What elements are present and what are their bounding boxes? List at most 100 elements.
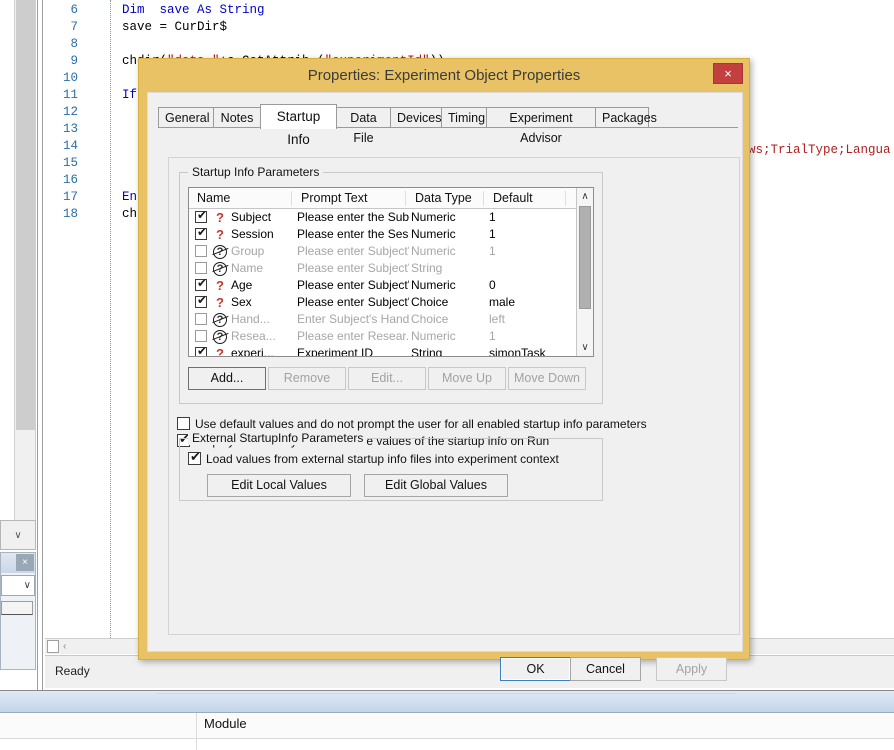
cell-default: 1 bbox=[489, 227, 496, 241]
close-icon[interactable]: × bbox=[16, 554, 34, 571]
grid-vertical-scrollbar[interactable]: ∧ ∨ bbox=[576, 188, 593, 356]
table-row[interactable]: ? Name Please enter Subject'... String bbox=[189, 260, 593, 277]
table-row[interactable]: ? Group Please enter Subject'... Numeric 1 bbox=[189, 243, 593, 260]
tab-experiment-advisor[interactable]: Experiment Advisor bbox=[486, 107, 596, 145]
scrollbar-thumb[interactable] bbox=[16, 0, 35, 430]
code-line-number: 11 bbox=[62, 88, 78, 102]
chevron-down-icon: ∨ bbox=[14, 529, 22, 541]
row-enable-checkbox[interactable] bbox=[195, 313, 207, 325]
table-row[interactable]: ✔? Session Please enter the Ses... Numeric 1 bbox=[189, 226, 593, 243]
cell-default: 1 bbox=[489, 244, 496, 258]
cell-default: male bbox=[489, 295, 516, 309]
table-row[interactable]: ? Resea... Please enter Resear... Numeric 1 bbox=[189, 328, 593, 345]
checkbox-box[interactable] bbox=[177, 417, 190, 430]
cancel-button[interactable]: Cancel bbox=[570, 657, 641, 681]
ok-button[interactable]: OK bbox=[500, 657, 571, 681]
table-row[interactable]: ✔? experi... Experiment ID String simonTask bbox=[189, 345, 593, 357]
docked-tool-panel: × ∨ bbox=[0, 552, 36, 670]
startup-info-grid[interactable]: Name Prompt Text Data Type Default ✔? Subjec… bbox=[188, 187, 594, 357]
tab-label: Notes bbox=[220, 111, 254, 125]
tab-label: Packages bbox=[602, 111, 657, 125]
cell-default: 1 bbox=[489, 329, 496, 343]
grid-column-header[interactable]: Default bbox=[489, 188, 533, 208]
table-row[interactable]: ? Hand... Enter Subject's Hand... Choice lef… bbox=[189, 311, 593, 328]
row-enable-checkbox[interactable]: ✔ bbox=[195, 294, 207, 308]
table-row[interactable]: ✔? Subject Please enter the Sub... Numeric 1 bbox=[189, 209, 593, 226]
cell-name: Sex bbox=[231, 295, 252, 309]
code-line-text[interactable]: save = CurDir$ bbox=[122, 19, 227, 36]
editor-outer-vertical-scrollbar[interactable]: ∨ bbox=[14, 0, 36, 545]
row-enable-checkbox[interactable]: ✔ bbox=[195, 209, 207, 223]
grid-column-header[interactable]: Name bbox=[193, 188, 230, 208]
dialog-body: General Notes Startup Info Data File Devices… bbox=[147, 92, 743, 694]
docked-panel-dropdown[interactable]: ∨ bbox=[1, 575, 35, 596]
code-token: If bbox=[122, 88, 138, 102]
code-line-text[interactable]: If bbox=[122, 87, 137, 104]
cell-prompt-text: Please enter Subject'... bbox=[297, 261, 409, 275]
checkbox-label: Load values from external startup info f… bbox=[206, 452, 559, 466]
grid-column-header[interactable]: Prompt Text bbox=[297, 188, 367, 208]
group-legend: External StartupInfo Parameters bbox=[188, 431, 368, 445]
docked-panel-field[interactable] bbox=[1, 601, 33, 615]
grid-column-header[interactable]: Data Type bbox=[411, 188, 472, 208]
prompt-question-icon: ? bbox=[216, 278, 224, 293]
code-token: ch bbox=[122, 207, 138, 221]
row-enable-checkbox[interactable]: ✔ bbox=[195, 225, 208, 240]
table-row[interactable]: ✔? Age Please enter Subject'... Numeric 0 bbox=[189, 277, 593, 294]
cell-data-type: Choice bbox=[411, 295, 449, 309]
prompt-question-icon: ? bbox=[216, 295, 224, 310]
code-line-text[interactable]: En bbox=[122, 189, 137, 206]
tab-notes[interactable]: Notes bbox=[213, 107, 261, 128]
cell-default bbox=[489, 260, 571, 277]
code-line-text[interactable]: Dim save As String bbox=[122, 2, 265, 19]
close-icon[interactable]: × bbox=[713, 63, 743, 84]
grid-header-separator[interactable] bbox=[483, 191, 484, 206]
checkbox-box[interactable]: ✔ bbox=[188, 450, 201, 465]
apply-button: Apply bbox=[656, 657, 727, 681]
prompt-question-icon: ? bbox=[216, 227, 224, 242]
tab-timing[interactable]: Timing bbox=[441, 107, 487, 128]
tab-data-file[interactable]: Data File bbox=[336, 107, 391, 145]
cell-prompt-text: Please enter Subject'... bbox=[297, 295, 409, 309]
output-column-module[interactable]: Module bbox=[204, 716, 247, 731]
table-row[interactable] bbox=[0, 739, 894, 750]
prompt-disabled-icon: ? bbox=[213, 262, 227, 276]
tab-packages[interactable]: Packages bbox=[595, 107, 657, 128]
cell-name: Hand... bbox=[231, 312, 270, 326]
tab-devices[interactable]: Devices bbox=[390, 107, 442, 128]
move-up-button: Move Up bbox=[428, 367, 506, 390]
row-enable-checkbox[interactable]: ✔ bbox=[195, 345, 207, 356]
cell-data-type: Numeric bbox=[411, 244, 456, 258]
row-enable-checkbox[interactable] bbox=[195, 245, 207, 257]
tab-label: General bbox=[165, 111, 210, 125]
row-enable-checkbox[interactable]: ✔ bbox=[195, 276, 208, 291]
code-line-number: 9 bbox=[70, 54, 78, 68]
scrollbar-thumb-horizontal[interactable] bbox=[47, 640, 59, 653]
active-tab-underline-mask bbox=[261, 127, 336, 129]
footer-separator bbox=[156, 693, 736, 694]
grid-header-separator[interactable] bbox=[291, 191, 292, 206]
scroll-up-icon[interactable]: ∧ bbox=[577, 188, 593, 205]
check-icon: ✔ bbox=[197, 276, 208, 290]
cell-data-type: Numeric bbox=[411, 227, 456, 241]
edit-global-values-button[interactable]: Edit Global Values bbox=[364, 474, 508, 497]
grid-header-separator[interactable] bbox=[405, 191, 406, 206]
prompt-question-icon: ? bbox=[216, 346, 224, 357]
edit-local-values-button[interactable]: Edit Local Values bbox=[207, 474, 351, 497]
prompt-disabled-icon: ? bbox=[213, 313, 227, 327]
scroll-down-icon[interactable]: ∨ bbox=[577, 339, 593, 356]
code-line-text[interactable]: ch bbox=[122, 206, 137, 223]
row-enable-checkbox[interactable] bbox=[195, 330, 207, 342]
scrollbar-thumb[interactable] bbox=[579, 206, 591, 309]
grid-header-separator[interactable] bbox=[565, 191, 566, 206]
row-enable-checkbox[interactable] bbox=[195, 262, 207, 274]
table-row[interactable]: ✔? Sex Please enter Subject'... Choice male bbox=[189, 294, 593, 311]
tab-general[interactable]: General bbox=[158, 107, 214, 128]
cell-default: left bbox=[489, 312, 506, 326]
dialog-titlebar[interactable]: Properties: Experiment Object Properties… bbox=[139, 59, 749, 92]
tab-startup-info[interactable]: Startup Info bbox=[260, 104, 337, 147]
add-button[interactable]: Add... bbox=[188, 367, 266, 390]
chevron-left-icon[interactable]: ‹ bbox=[63, 639, 66, 655]
check-icon: ✔ bbox=[197, 225, 208, 239]
docked-pane-collapse-handle[interactable]: ∨ bbox=[0, 520, 36, 550]
